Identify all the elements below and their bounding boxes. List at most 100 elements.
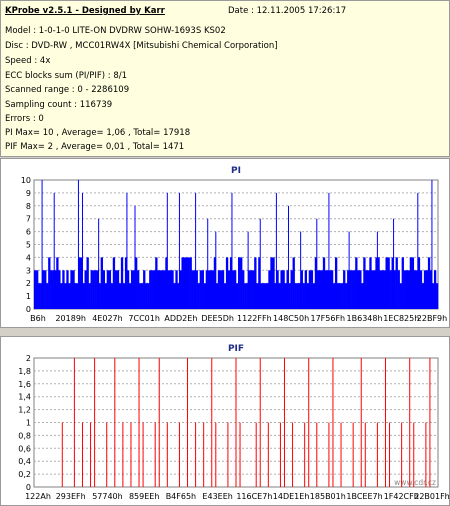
pi-bar	[104, 283, 108, 309]
pi-bar	[217, 270, 221, 309]
x-tick-label: B4F65h	[166, 492, 196, 501]
pi-bar	[211, 270, 215, 309]
pi-bar	[266, 283, 269, 309]
info-line-model: Model : 1-0-1-0 LITE-ON DVDRW SOHW-1693S…	[5, 26, 226, 36]
pi-bar	[187, 257, 190, 309]
pi-bar	[290, 270, 293, 309]
pi-bar	[304, 270, 307, 309]
pi-bar	[36, 270, 39, 309]
pi-bar	[147, 283, 150, 309]
pi-bar	[332, 283, 336, 309]
pi-bar	[74, 283, 77, 309]
pi-bar	[324, 270, 328, 309]
pi-bar	[339, 283, 342, 309]
pi-bar	[181, 257, 184, 309]
pi-bar	[34, 270, 37, 309]
pi-bar	[143, 270, 146, 309]
pif-chart: PIF 0 0,2 0,4 0,6 0,8 1 1,2 1,4 1,6 1,8 2 122Ah 293EF…	[18, 344, 449, 501]
y-tick-label: 0	[26, 483, 31, 492]
pi-bar	[238, 257, 241, 309]
pi-bar	[397, 270, 400, 309]
pi-bar	[330, 270, 334, 309]
pi-bar	[399, 283, 402, 309]
pi-bar	[296, 283, 299, 309]
y-tick-label: 1,6	[18, 380, 31, 389]
pi-bar	[423, 270, 427, 309]
pi-bar	[425, 270, 429, 309]
pi-bar	[157, 270, 160, 309]
pi-bar	[413, 270, 417, 309]
pi-bar	[102, 270, 105, 309]
x-tick-label: 1BCEE7h	[346, 492, 382, 501]
pi-bar	[122, 283, 126, 309]
pi-bar	[209, 270, 213, 309]
pi-bar	[233, 270, 237, 309]
pi-chart: PI 0 1 2 3 4 5 6 7 8 9 10 B6h 20189h 4E027h 7CC01h ADD2E…	[21, 166, 447, 323]
pi-bar	[116, 270, 120, 309]
pif-chart-panel: PIF 0 0,2 0,4 0,6 0,8 1 1,2 1,4 1,6 1,8 2 122Ah 293EF…	[0, 336, 450, 506]
pi-bar	[284, 283, 287, 309]
pi-bar	[359, 270, 362, 309]
pi-bar	[389, 270, 392, 309]
pi-bar	[173, 283, 176, 309]
pi-bar	[407, 270, 411, 309]
pi-bar	[322, 257, 326, 309]
pi-bar	[38, 283, 41, 309]
pi-bar	[86, 257, 89, 309]
x-tick-label: 116CE7h	[236, 492, 272, 501]
pi-bar	[72, 270, 75, 309]
y-tick-label: 6	[26, 228, 31, 237]
pi-bar	[64, 283, 67, 309]
pi-bar	[337, 283, 340, 309]
pi-bar	[302, 283, 305, 309]
pi-bar	[90, 270, 93, 309]
pi-bar	[419, 270, 423, 309]
pi-bar	[149, 270, 152, 309]
pi-bar	[256, 283, 259, 309]
pi-bar	[191, 270, 194, 309]
pi-bar	[252, 270, 255, 309]
x-tick-label: 57740h	[92, 492, 123, 501]
pi-bar	[120, 257, 124, 309]
pi-bar	[185, 257, 188, 309]
y-tick-label: 2	[26, 279, 31, 288]
pi-bar	[145, 283, 148, 309]
pi-bar	[254, 257, 257, 309]
pi-bar	[219, 270, 223, 309]
pi-bar	[159, 270, 162, 309]
pi-bar	[363, 257, 366, 309]
pi-bar	[306, 283, 310, 309]
pi-bar	[278, 283, 281, 309]
pi-bar	[48, 257, 51, 309]
pi-bar	[401, 257, 404, 309]
pi-bar	[118, 283, 122, 309]
pi-bar	[365, 270, 368, 309]
y-tick-label: 10	[21, 176, 31, 185]
pi-bar	[262, 283, 265, 309]
x-tick-label: 293EFh	[56, 492, 86, 501]
pi-bar	[383, 270, 386, 309]
x-tick-label: B6h	[30, 314, 46, 323]
pi-bar	[250, 270, 253, 309]
pi-bar	[60, 283, 63, 309]
y-tick-label: 9	[26, 189, 31, 198]
y-tick-label: 0	[26, 305, 31, 314]
pi-bar	[341, 283, 344, 309]
y-tick-label: 3	[26, 266, 31, 275]
pi-bar	[345, 283, 348, 309]
pi-bar	[242, 270, 245, 309]
info-line-sampling: Sampling count : 116739	[5, 100, 113, 110]
x-tick-label: 148C50h	[273, 314, 309, 323]
pi-bar	[318, 270, 322, 309]
pi-bar	[351, 270, 354, 309]
pi-bar	[395, 257, 398, 309]
pi-bar	[334, 257, 338, 309]
pi-bar	[46, 283, 49, 309]
pi-bar	[203, 283, 206, 309]
pi-bar	[112, 257, 116, 309]
pi-bar	[106, 270, 110, 309]
pi-bar	[151, 270, 154, 309]
pi-bar	[70, 270, 73, 309]
x-tick-label: 22BF9h	[417, 314, 447, 323]
info-line-errors: Errors : 0	[5, 114, 44, 124]
